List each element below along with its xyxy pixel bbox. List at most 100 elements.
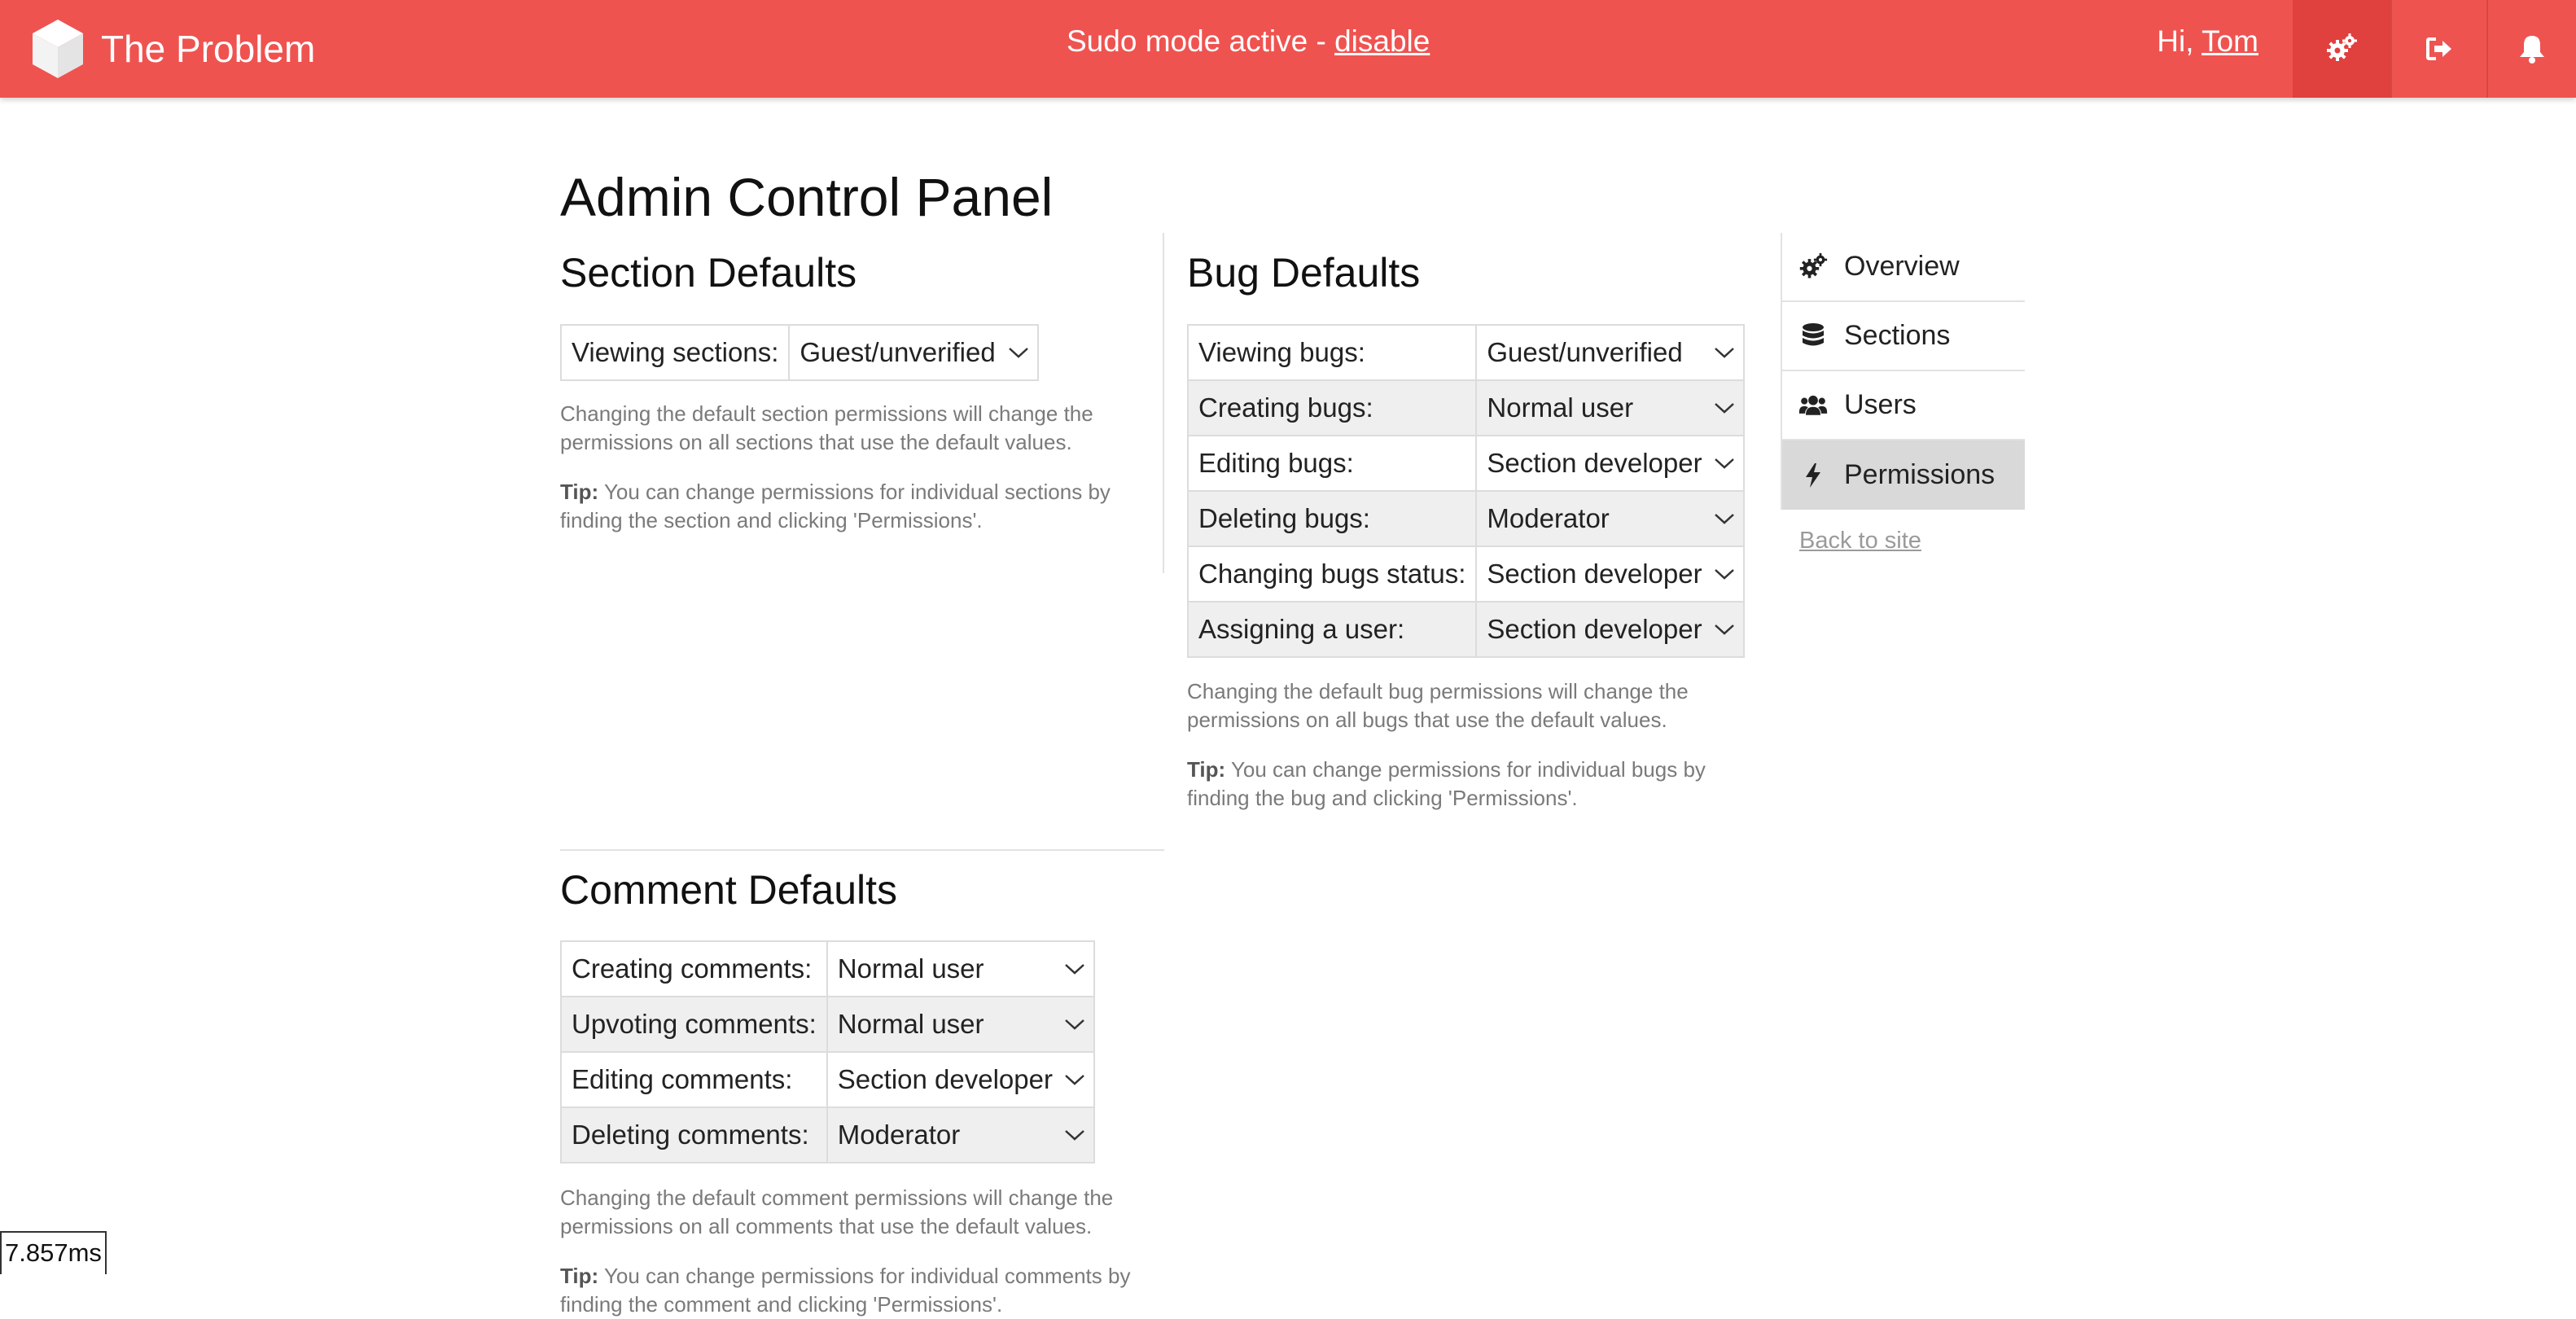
chevron-down-icon	[1065, 1019, 1084, 1030]
bug-defaults-tip: Tip: You can change permissions for indi…	[1187, 756, 1773, 813]
section-defaults-tip: Tip: You can change permissions for indi…	[560, 478, 1130, 535]
deleting-comments-select[interactable]: Moderator	[826, 1106, 1095, 1163]
sidebar-item-label: Sections	[1844, 320, 1951, 351]
table-row: Editing bugs: Section developer	[1186, 435, 1745, 492]
admin-panel-button[interactable]	[2293, 0, 2390, 98]
section-divider	[560, 849, 1164, 851]
brand[interactable]: The Problem	[29, 16, 315, 81]
deleting-bugs-select[interactable]: Moderator	[1475, 490, 1745, 547]
notifications-button[interactable]	[2486, 0, 2576, 98]
chevron-down-icon	[1714, 514, 1734, 524]
tip-text: You can change permissions for individua…	[560, 480, 1111, 532]
viewing-sections-select[interactable]: Guest/unverified	[788, 324, 1040, 381]
permission-label: Deleting bugs:	[1186, 490, 1478, 547]
permission-label: Deleting comments:	[560, 1106, 828, 1163]
admin-sidebar: Overview Sections Users Permissions	[1781, 233, 2025, 510]
select-value: Normal user	[837, 953, 984, 984]
bug-defaults-help: Changing the default bug permissions wil…	[1187, 679, 1689, 732]
comment-defaults-heading: Comment Defaults	[560, 867, 898, 913]
sidebar-item-sections[interactable]: Sections	[1782, 302, 2025, 371]
select-value: Section developer	[1487, 559, 1702, 589]
select-value: Normal user	[1487, 392, 1634, 423]
chevron-down-icon	[1714, 624, 1734, 635]
table-row: Creating comments: Normal user	[560, 940, 1095, 997]
permission-label: Creating bugs:	[1186, 379, 1478, 436]
permission-label: Editing comments:	[560, 1051, 828, 1108]
table-row: Upvoting comments: Normal user	[560, 996, 1095, 1053]
cogs-icon	[2327, 33, 2357, 61]
table-row: Viewing bugs: Guest/unverified	[1186, 324, 1745, 381]
upvoting-comments-select[interactable]: Normal user	[826, 996, 1095, 1053]
select-value: Guest/unverified	[1487, 337, 1683, 367]
permission-label: Assigning a user:	[1186, 601, 1478, 658]
sidebar-item-permissions[interactable]: Permissions	[1782, 440, 2025, 510]
permission-label: Editing bugs:	[1186, 435, 1478, 492]
editing-bugs-select[interactable]: Section developer	[1475, 435, 1745, 492]
chevron-down-icon	[1009, 348, 1029, 358]
disable-sudo-link[interactable]: disable	[1334, 24, 1430, 58]
brand-name: The Problem	[101, 28, 316, 70]
creating-bugs-select[interactable]: Normal user	[1475, 379, 1745, 436]
user-profile-link[interactable]: Tom	[2201, 24, 2258, 58]
comment-defaults-table: Creating comments: Normal user Upvoting …	[560, 940, 1095, 1163]
table-row: Assigning a user: Section developer	[1186, 601, 1745, 658]
table-row: Deleting comments: Moderator	[560, 1106, 1095, 1163]
viewing-bugs-select[interactable]: Guest/unverified	[1475, 324, 1745, 381]
bug-defaults-table: Viewing bugs: Guest/unverified Creating …	[1186, 324, 1745, 658]
permission-label: Upvoting comments:	[560, 996, 828, 1053]
comment-defaults-help: Changing the default comment permissions…	[560, 1185, 1114, 1238]
chevron-down-icon	[1065, 1130, 1084, 1141]
creating-comments-select[interactable]: Normal user	[826, 940, 1095, 997]
select-value: Normal user	[837, 1009, 984, 1039]
top-navbar: The Problem Sudo mode active - disable H…	[0, 0, 2576, 98]
users-icon	[1798, 395, 1828, 415]
assigning-user-select[interactable]: Section developer	[1475, 601, 1745, 658]
page-title: Admin Control Panel	[560, 167, 1054, 227]
back-to-site-link[interactable]: Back to site	[1799, 528, 1921, 554]
sidebar-item-label: Overview	[1844, 251, 1960, 282]
render-timer: 7.857ms	[0, 1231, 107, 1274]
changing-bug-status-select[interactable]: Section developer	[1475, 546, 1745, 603]
tip-label: Tip:	[560, 480, 599, 504]
sudo-notice: Sudo mode active - disable	[1067, 24, 1430, 59]
database-icon	[1803, 322, 1824, 345]
editing-comments-select[interactable]: Section developer	[826, 1051, 1095, 1108]
logo-cube-icon	[33, 20, 83, 78]
user-greeting: Hi, Tom	[2157, 24, 2258, 59]
permission-label: Creating comments:	[560, 940, 828, 997]
tip-text: You can change permissions for individua…	[1187, 757, 1706, 810]
select-value: Section developer	[837, 1064, 1053, 1094]
table-row: Changing bugs status: Section developer	[1186, 546, 1745, 603]
greeting-text: Hi,	[2157, 24, 2202, 58]
sidebar-item-overview[interactable]: Overview	[1782, 233, 2025, 302]
table-row: Deleting bugs: Moderator	[1186, 490, 1745, 547]
chevron-down-icon	[1065, 1075, 1084, 1085]
tip-label: Tip:	[560, 1264, 599, 1288]
select-value: Section developer	[1487, 448, 1702, 478]
logout-button[interactable]	[2390, 0, 2486, 98]
comment-defaults-tip: Tip: You can change permissions for indi…	[560, 1262, 1179, 1319]
select-value: Guest/unverified	[800, 337, 996, 367]
section-defaults-table: Viewing sections: Guest/unverified	[559, 324, 1040, 381]
sidebar-item-label: Permissions	[1844, 459, 1996, 490]
column-divider	[1163, 233, 1164, 573]
chevron-down-icon	[1714, 403, 1734, 414]
chevron-down-icon	[1065, 964, 1084, 975]
bolt-icon	[1806, 462, 1820, 488]
chevron-down-icon	[1714, 458, 1734, 469]
sign-out-icon	[2426, 37, 2451, 60]
select-value: Section developer	[1487, 614, 1702, 644]
section-defaults-help: Changing the default section permissions…	[560, 401, 1093, 454]
section-defaults-heading: Section Defaults	[560, 250, 857, 296]
chevron-down-icon	[1714, 348, 1734, 358]
bell-icon	[2520, 36, 2544, 64]
chevron-down-icon	[1714, 569, 1734, 580]
permission-label: Changing bugs status:	[1186, 546, 1478, 603]
sidebar-item-users[interactable]: Users	[1782, 371, 2025, 440]
sidebar-item-label: Users	[1844, 389, 1917, 420]
table-row: Creating bugs: Normal user	[1186, 379, 1745, 436]
permission-label: Viewing sections:	[559, 324, 791, 381]
bug-defaults-heading: Bug Defaults	[1187, 250, 1421, 296]
table-row: Viewing sections: Guest/unverified	[559, 324, 1040, 381]
cogs-icon	[1799, 252, 1828, 278]
